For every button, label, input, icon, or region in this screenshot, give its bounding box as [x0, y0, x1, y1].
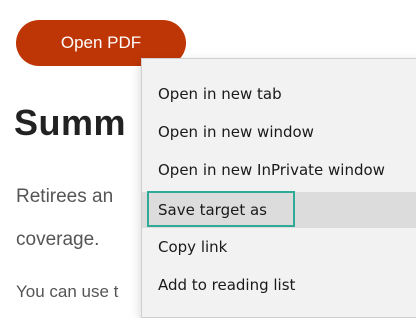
paragraph-line-1: Retirees an	[16, 186, 114, 207]
menu-item-copy-link[interactable]: Copy link	[142, 229, 416, 265]
menu-item-open-in-new-tab[interactable]: Open in new tab	[142, 76, 416, 112]
paragraph-2: You can use t	[16, 282, 119, 301]
menu-item-open-inprivate-window[interactable]: Open in new InPrivate window	[142, 152, 416, 188]
menu-item-save-target-as[interactable]: Save target as	[142, 192, 416, 228]
page-heading: Summ	[14, 102, 127, 143]
paragraph-line-2: coverage.	[16, 229, 100, 250]
menu-item-add-to-reading-list[interactable]: Add to reading list	[142, 267, 416, 303]
menu-item-open-in-new-window[interactable]: Open in new window	[142, 114, 416, 150]
context-menu: Open in new tab Open in new window Open …	[141, 58, 416, 318]
